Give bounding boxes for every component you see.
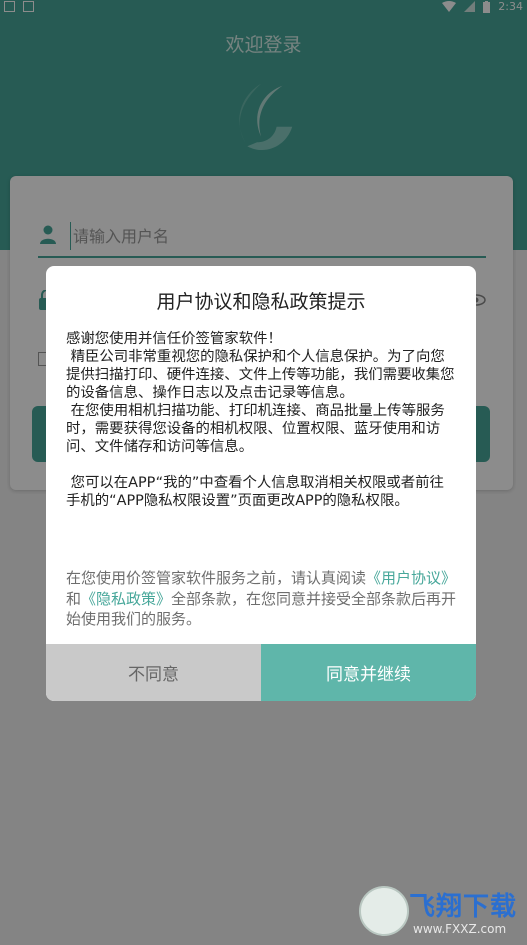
agree-continue-button[interactable]: 同意并继续 (261, 644, 476, 701)
privacy-policy-link[interactable]: 《隐私政策》 (81, 590, 171, 608)
privacy-paragraph-1: 感谢您使用并信任价签管家软件！ 精臣公司非常重视您的隐私保护和个人信息保护。为了… (66, 331, 455, 455)
agreement-notice: 在您使用价签管家软件服务之前，请认真阅读《用户协议》和《隐私政策》全部条款，在您… (66, 568, 458, 630)
privacy-dialog: 用户协议和隐私政策提示 感谢您使用并信任价签管家软件！ 精臣公司非常重视您的隐私… (46, 266, 476, 701)
disagree-button[interactable]: 不同意 (46, 644, 261, 701)
watermark-url: www.FXXZ.com (413, 922, 507, 936)
dialog-title: 用户协议和隐私政策提示 (156, 291, 366, 313)
watermark-brand: 飞翔下载 (409, 892, 518, 922)
notice-prefix: 在您使用价签管家软件服务之前，请认真阅读 (66, 569, 367, 587)
user-agreement-link[interactable]: 《用户协议》 (366, 569, 456, 587)
watermark-logo-icon (359, 886, 409, 936)
privacy-paragraph-2: 您可以在APP“我的”中查看个人信息取消相关权限或者前往手机的“APP隐私权限设… (66, 475, 444, 509)
notice-and: 和 (66, 589, 82, 608)
watermark: 飞翔下载 www.FXXZ.com (359, 884, 519, 940)
dialog-body: 感谢您使用并信任价签管家软件！ 精臣公司非常重视您的隐私保护和个人信息保护。为了… (66, 330, 458, 510)
